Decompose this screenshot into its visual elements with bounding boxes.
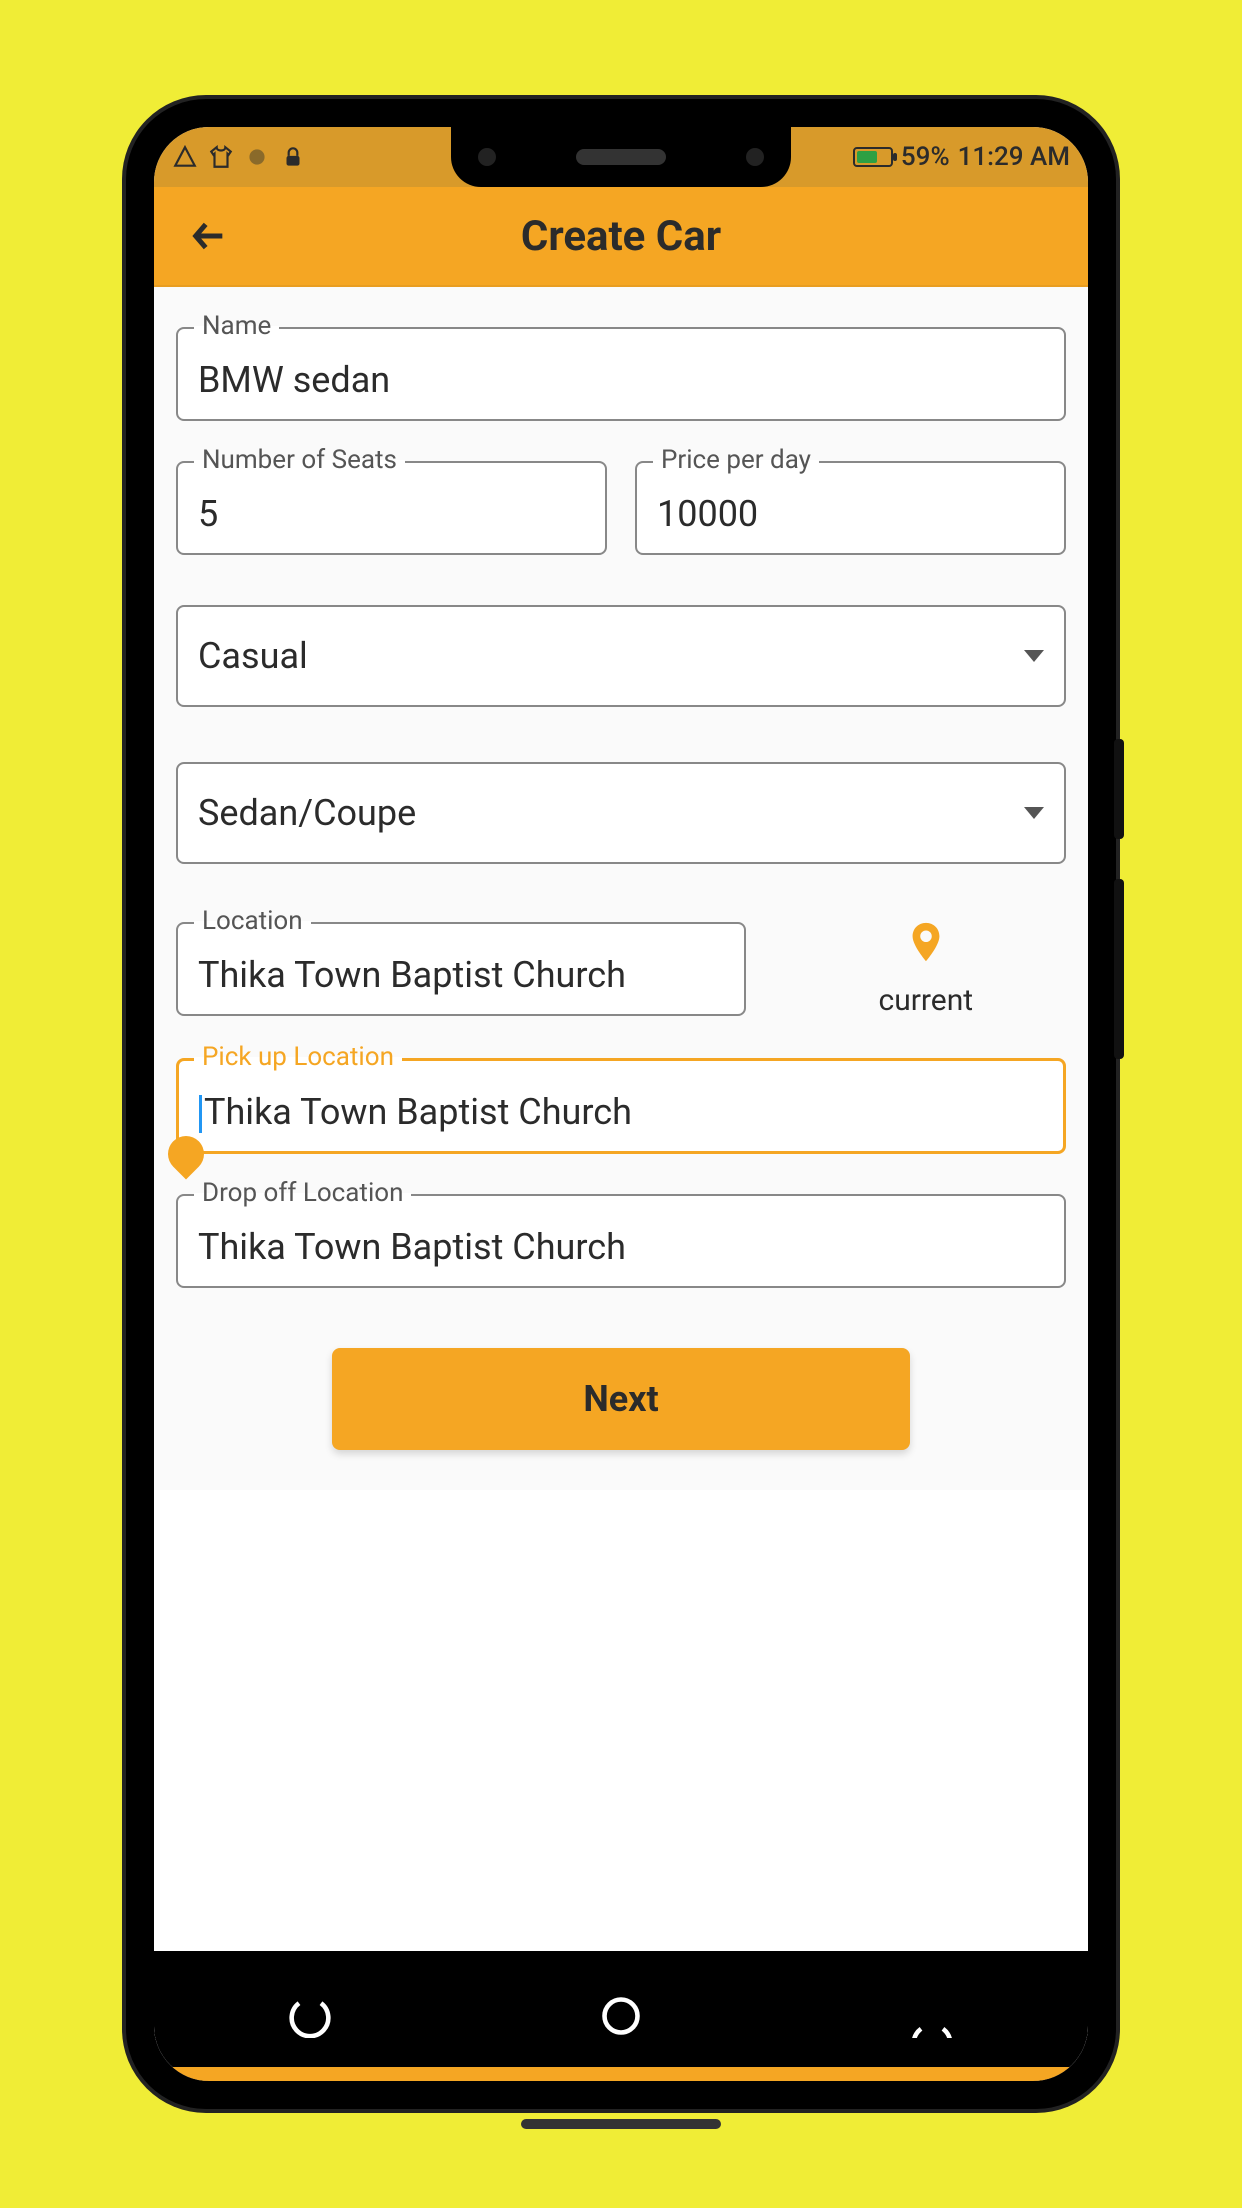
arrow-left-icon [189, 216, 229, 256]
price-field-wrap: Price per day 10000 [635, 461, 1066, 555]
style-select-value: Casual [198, 635, 308, 677]
pickup-field-wrap: Pick up Location Thika Town Baptist Chur… [176, 1058, 1066, 1154]
back-button[interactable] [184, 211, 234, 261]
lock-icon [280, 144, 306, 170]
shirt-icon [208, 144, 234, 170]
nav-accent [154, 2067, 1088, 2081]
phone-side-button [1114, 879, 1124, 1059]
current-location-label: current [879, 983, 974, 1018]
status-right: 59% 11:29 AM [853, 142, 1070, 172]
next-button[interactable]: Next [332, 1348, 911, 1450]
price-input[interactable]: 10000 [635, 461, 1066, 555]
location-row: Location Thika Town Baptist Church curre… [176, 919, 1066, 1018]
back-nav-button[interactable] [910, 1994, 954, 2038]
screen: 59% 11:29 AM Create Car Name BMW sedan N… [154, 127, 1088, 2081]
pickup-label: Pick up Location [194, 1042, 402, 1072]
phone-notch [451, 127, 791, 187]
type-select[interactable]: Sedan/Coupe [176, 762, 1066, 864]
seats-input[interactable]: 5 [176, 461, 607, 555]
phone-frame: 59% 11:29 AM Create Car Name BMW sedan N… [126, 99, 1116, 2109]
battery-percent: 59% [901, 142, 950, 172]
name-field-wrap: Name BMW sedan [176, 327, 1066, 421]
name-label: Name [194, 311, 279, 341]
row-seats-price: Number of Seats 5 Price per day 10000 [176, 461, 1066, 555]
status-left [172, 144, 306, 170]
location-field-wrap: Location Thika Town Baptist Church [176, 922, 746, 1016]
clock-time: 11:29 AM [958, 142, 1070, 172]
form-content: Name BMW sedan Number of Seats 5 Price p… [154, 287, 1088, 1490]
android-nav-bar [154, 1951, 1088, 2081]
pickup-value: Thika Town Baptist Church [204, 1091, 632, 1133]
dropoff-input[interactable]: Thika Town Baptist Church [176, 1194, 1066, 1288]
pickup-input[interactable]: Thika Town Baptist Church [176, 1058, 1066, 1154]
battery-icon [853, 147, 893, 167]
seats-label: Number of Seats [194, 445, 405, 475]
dropoff-field-wrap: Drop off Location Thika Town Baptist Chu… [176, 1194, 1066, 1288]
app-bar: Create Car [154, 187, 1088, 287]
location-input[interactable]: Thika Town Baptist Church [176, 922, 746, 1016]
chevron-down-icon [1024, 807, 1044, 819]
location-label: Location [194, 906, 311, 936]
recent-apps-button[interactable] [288, 1994, 332, 2038]
chevron-down-icon [1024, 650, 1044, 662]
style-select[interactable]: Casual [176, 605, 1066, 707]
home-indicator [521, 2119, 721, 2129]
phone-side-button [1114, 739, 1124, 839]
type-select-value: Sedan/Coupe [198, 792, 416, 834]
price-label: Price per day [653, 445, 819, 475]
home-button[interactable] [599, 1994, 643, 2038]
map-pin-icon [903, 919, 949, 965]
triangle-icon [172, 144, 198, 170]
name-input[interactable]: BMW sedan [176, 327, 1066, 421]
page-title: Create Car [521, 212, 721, 261]
seats-field-wrap: Number of Seats 5 [176, 461, 607, 555]
use-current-location-button[interactable]: current [786, 919, 1066, 1018]
circle-icon [244, 144, 270, 170]
dropoff-label: Drop off Location [194, 1178, 411, 1208]
text-cursor [199, 1095, 202, 1133]
